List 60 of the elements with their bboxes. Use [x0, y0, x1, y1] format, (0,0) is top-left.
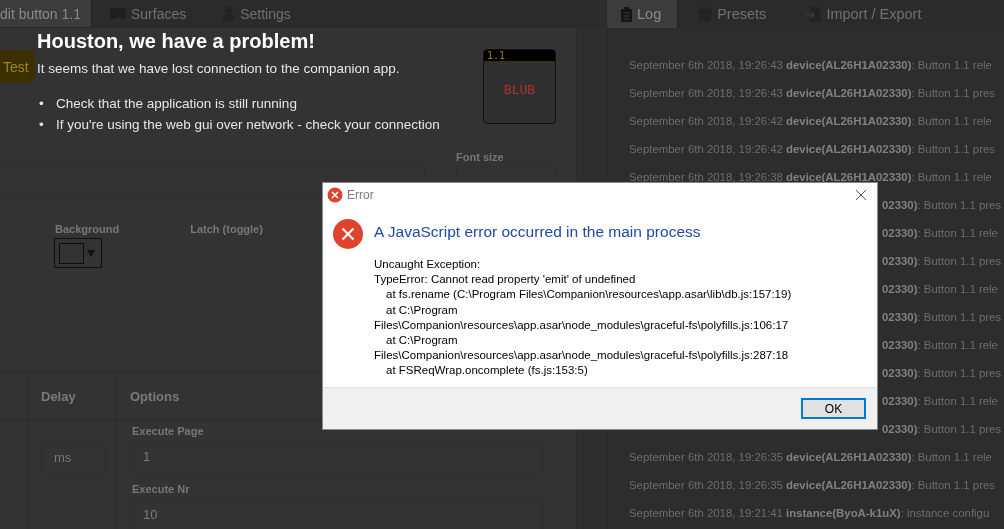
- delay-field[interactable]: ms: [41, 441, 106, 473]
- dialog-heading: A JavaScript error occurred in the main process: [374, 223, 702, 241]
- font-size-label: Font size: [456, 151, 505, 163]
- log-entry: 02330): Button 1.1 rele: [882, 338, 998, 353]
- tab[interactable]: dit button 1.1: [0, 0, 92, 27]
- log-entry: 02330): Button 1.1 rele: [882, 226, 998, 241]
- tab[interactable]: Log: [607, 0, 679, 28]
- log-entry: September 6th 2018, 19:26:43 device(AL26H1A02330): Button 1.1 rele: [629, 58, 992, 73]
- clipboard-icon: [621, 6, 632, 22]
- log-entry: 02330): Button 1.1 pres: [882, 254, 1002, 269]
- option-label: Execute Nr: [132, 483, 190, 495]
- log-entry: 02330): Button 1.1 pres: [882, 366, 1002, 381]
- preview-page-label: 1.1: [484, 50, 555, 62]
- log-entry: September 6th 2018, 19:26:43 device(AL26H1A02330): Button 1.1 pres: [629, 86, 996, 101]
- exception-line: Files\Companion\resources\app.asar\node_modules\graceful-fs\polyfills.js:287:18: [374, 348, 790, 364]
- tip-item: Check that the application is still running: [56, 95, 297, 113]
- file-import-icon: [806, 6, 822, 22]
- exception-line: Files\Companion\resources\app.asar\node_modules\graceful-fs\polyfills.js:106:17: [374, 317, 790, 333]
- log-entry: 02330): Button 1.1 rele: [882, 282, 998, 297]
- error-message: It seems that we have lost connection to the companion app.: [37, 61, 400, 76]
- exception-line: TypeError: Cannot read property 'emit' of undefined: [374, 272, 637, 288]
- tab[interactable]: Presets: [678, 0, 787, 28]
- option-field[interactable]: 10: [130, 498, 543, 529]
- tip-item: If you're using the web gui over network - check your connection: [56, 116, 440, 134]
- log-entry: 02330): Button 1.1 pres: [882, 198, 1002, 213]
- error-icon: [333, 219, 363, 249]
- log-entry: September 6th 2018, 19:26:38 device(AL26H1A02330): Button 1.1 rele: [629, 170, 992, 185]
- test-actions-button[interactable]: Test: [0, 50, 35, 83]
- column-header: Options: [129, 387, 181, 406]
- log-entry: 02330): Button 1.1 rele: [882, 394, 998, 409]
- color-picker[interactable]: [54, 238, 102, 268]
- log-entry: September 6th 2018, 19:26:42 device(AL26H1A02330): Button 1.1 pres: [629, 142, 996, 157]
- tab[interactable]: Import / Export: [786, 0, 942, 28]
- bullet: •: [38, 95, 45, 113]
- caret-icon: [87, 249, 95, 257]
- exception-line: Uncaught Exception:: [374, 257, 482, 272]
- exception-line: at C:\Program: [385, 302, 459, 318]
- column-header: Delay: [28, 372, 117, 420]
- log-entry: September 6th 2018, 19:21:41 instance(ByoA-k1uX): instance configu: [629, 506, 990, 521]
- log-entry: September 6th 2018, 19:26:35 device(AL26H1A02330): Button 1.1 rele: [629, 450, 992, 465]
- exception-line: at FSReqWrap.oncomplete (fs.js:153:5): [385, 363, 589, 379]
- exception-line: at fs.rename (C:\Program Files\Companion\resources\app.asar\lib\db.js:157:19): [385, 287, 792, 303]
- error-title: Houston, we have a problem!: [37, 30, 316, 53]
- error-icon: [327, 186, 343, 203]
- bullet: •: [38, 116, 45, 134]
- tab[interactable]: Surfaces: [91, 0, 205, 27]
- log-entry: September 6th 2018, 19:26:42 device(AL26H1A02330): Button 1.1 rele: [629, 114, 992, 129]
- close-icon[interactable]: [855, 188, 867, 201]
- background-label: Background: [55, 223, 120, 235]
- log-entry: September 6th 2018, 19:26:35 device(AL26H1A02330): Button 1.1 pres: [629, 478, 996, 493]
- dialog-title: Error: [347, 187, 374, 202]
- log-entry: 02330): Button 1.1 pres: [882, 422, 1002, 437]
- ok-button[interactable]: OK: [801, 398, 866, 419]
- log-entry: 02330): Button 1.1 pres: [882, 310, 1002, 325]
- exception-line: at C:\Program: [385, 333, 459, 348]
- latch-label: Latch (toggle): [190, 223, 263, 235]
- option-field[interactable]: 1: [130, 440, 543, 473]
- preview-text: BLUB: [502, 82, 537, 97]
- tab[interactable]: Settings: [204, 0, 309, 27]
- option-label: Execute Page: [132, 425, 204, 437]
